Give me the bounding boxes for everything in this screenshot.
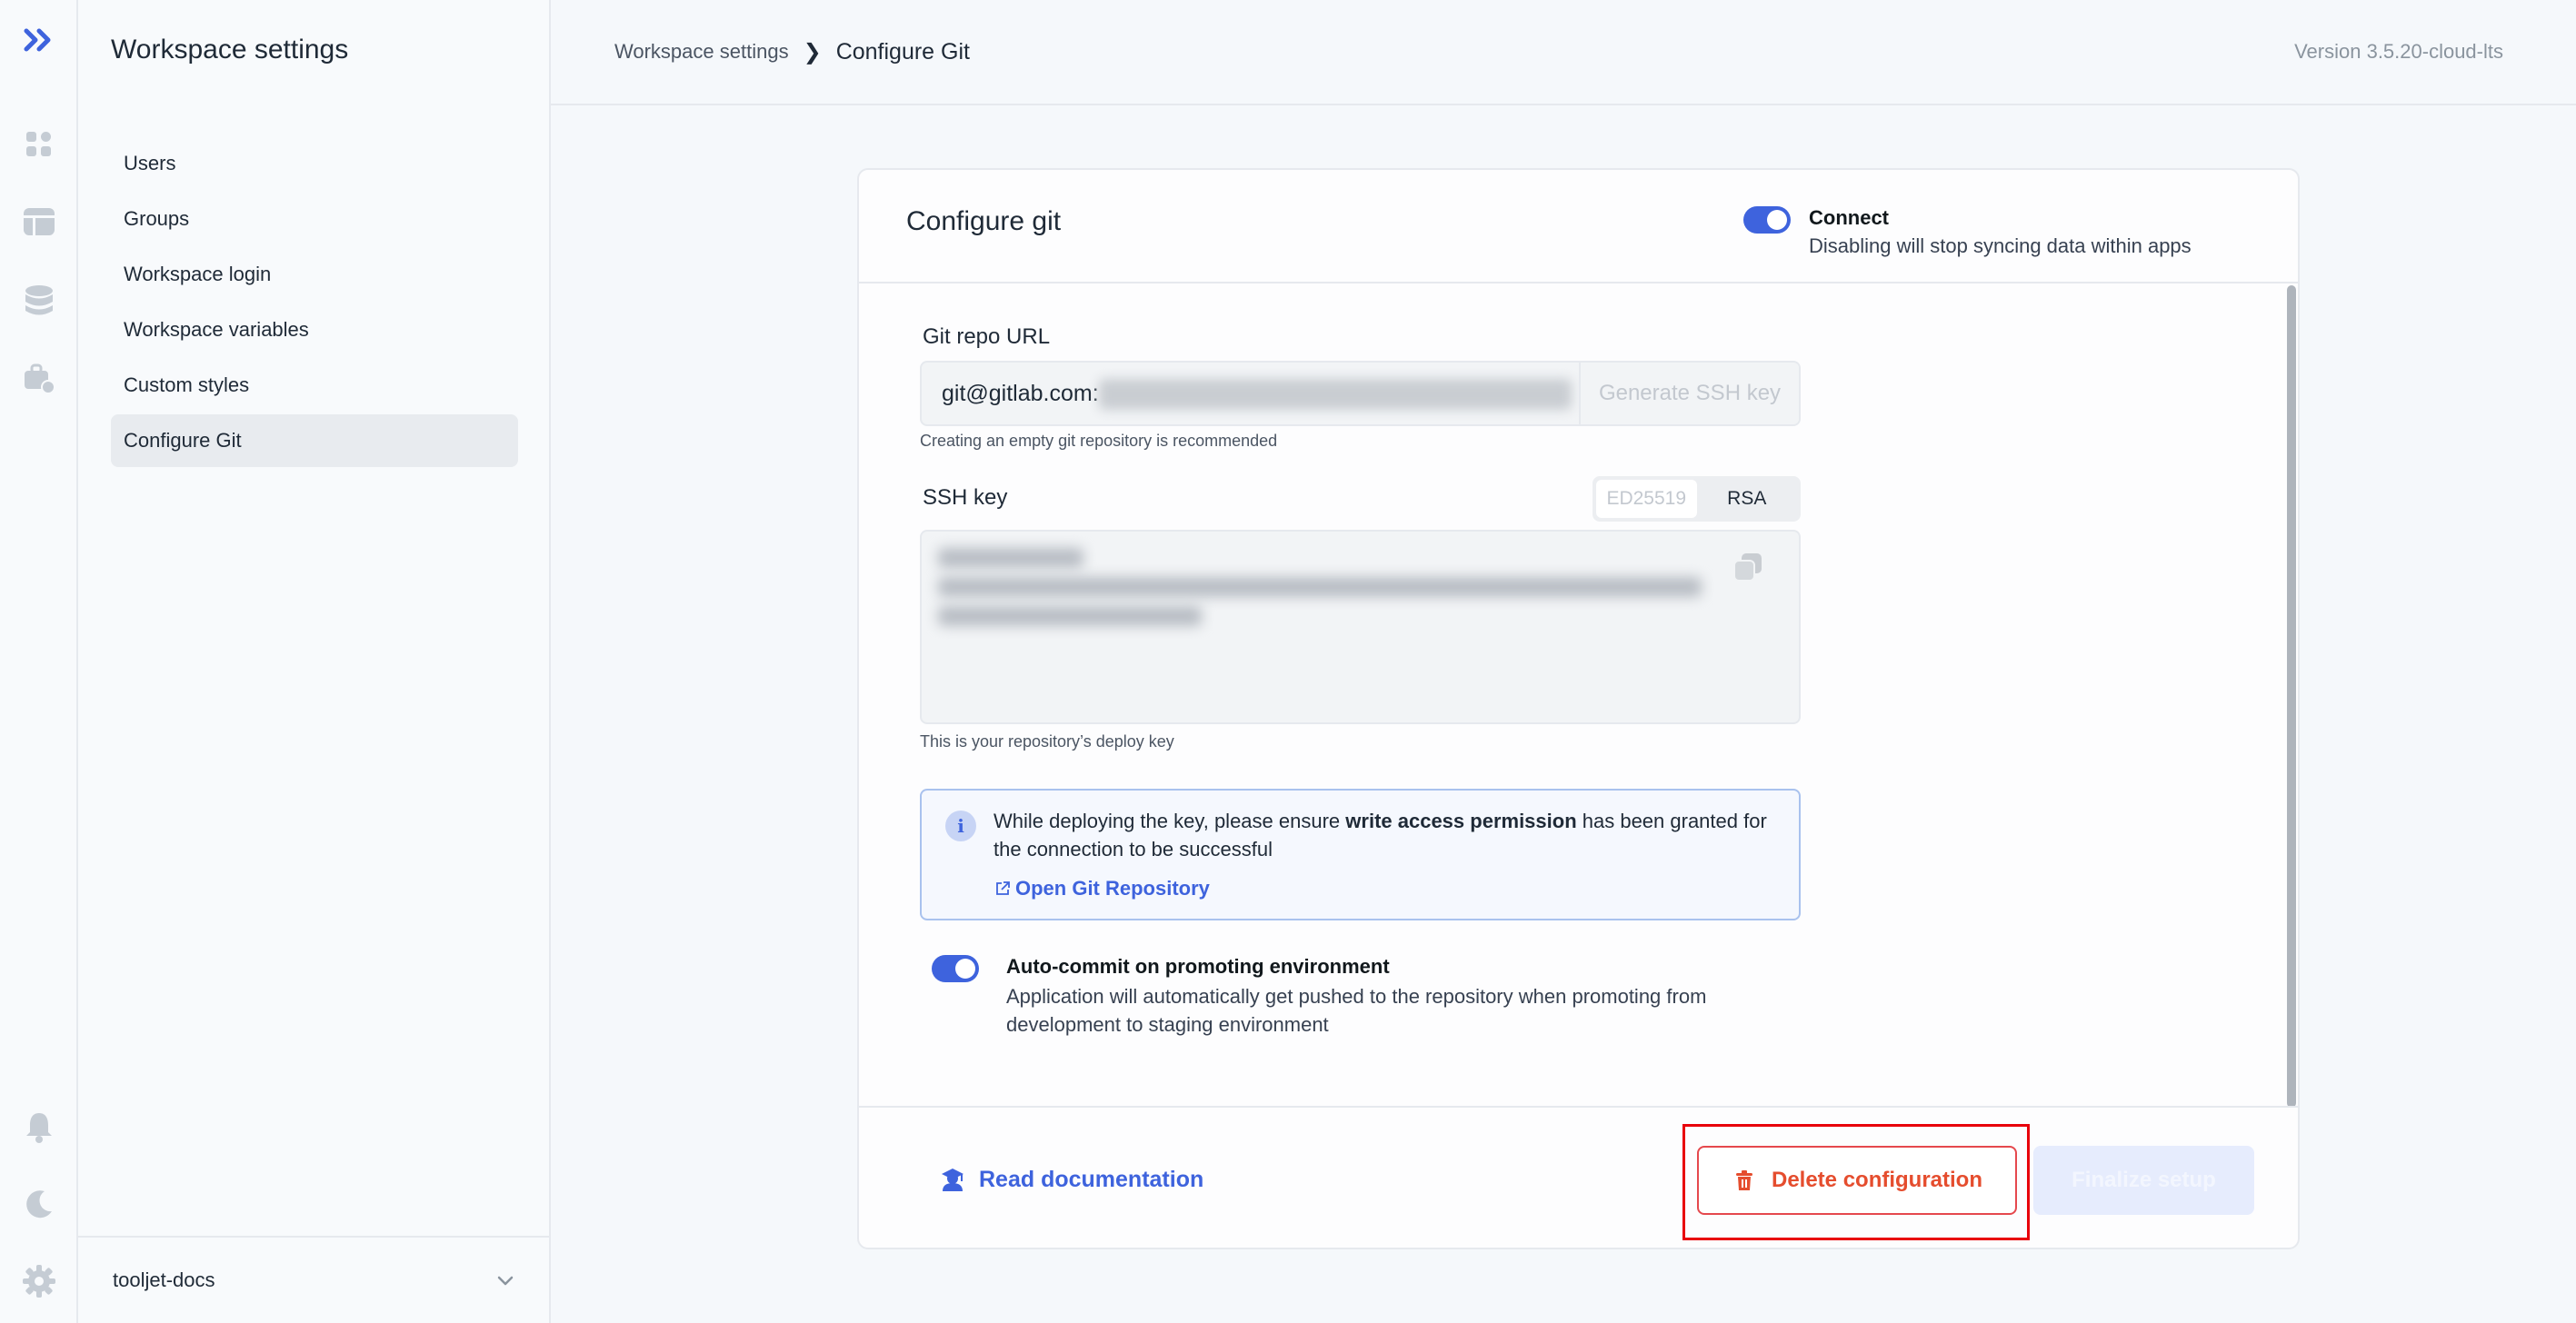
ssh-key-label: SSH key	[923, 485, 1008, 510]
read-documentation-link[interactable]: Read documentation	[939, 1166, 1203, 1193]
card-header: Configure git Connect Disabling will sto…	[859, 170, 2298, 284]
redacted-key-line	[938, 606, 1202, 626]
ssh-type-ed25519[interactable]: ED25519	[1596, 480, 1697, 518]
sidebar-item-workspace-variables[interactable]: Workspace variables	[111, 303, 518, 356]
auto-commit-toggle[interactable]	[932, 955, 979, 982]
redacted-key-line	[938, 577, 1702, 597]
connect-toggle[interactable]	[1743, 206, 1791, 234]
card-title: Configure git	[906, 206, 1062, 236]
sidebar-item-workspace-login[interactable]: Workspace login	[111, 248, 518, 301]
page-header: Workspace settings ❯ Configure Git Versi…	[551, 0, 2576, 105]
gear-icon[interactable]	[21, 1263, 57, 1299]
sidebar-item-configure-git[interactable]: Configure Git	[111, 414, 518, 467]
sidebar-item-custom-styles[interactable]: Custom styles	[111, 359, 518, 412]
breadcrumb-parent[interactable]: Workspace settings	[614, 40, 789, 64]
auto-commit-label: Auto-commit on promoting environment	[1006, 955, 1390, 978]
sidebar-title: Workspace settings	[111, 35, 349, 65]
breadcrumb-separator-icon: ❯	[803, 39, 822, 65]
repo-url-hint: Creating an empty git repository is reco…	[920, 432, 1278, 450]
delete-configuration-button[interactable]: Delete configuration	[1697, 1146, 2017, 1215]
external-link-icon	[996, 881, 1010, 895]
database-icon[interactable]	[21, 283, 57, 319]
moon-icon[interactable]	[21, 1186, 57, 1222]
trash-icon	[1735, 1170, 1752, 1190]
workspace-switcher[interactable]: tooljet-docs	[78, 1236, 551, 1323]
settings-sidebar: Workspace settings Users Groups Workspac…	[78, 0, 551, 1323]
icon-rail	[0, 0, 78, 1323]
chevron-down-icon	[497, 1276, 514, 1286]
bell-icon[interactable]	[21, 1109, 57, 1145]
table-icon[interactable]	[21, 204, 57, 240]
apps-icon[interactable]	[21, 126, 57, 163]
connect-description: Disabling will stop syncing data within …	[1809, 234, 2192, 257]
connect-label: Connect	[1809, 206, 1889, 229]
info-text: While deploying the key, please ensure w…	[993, 810, 1767, 860]
info-icon: i	[945, 811, 976, 841]
redacted-url	[1099, 379, 1572, 410]
redacted-key-line	[938, 548, 1083, 568]
card-scrollbar[interactable]	[2287, 285, 2296, 1108]
generate-ssh-key-button[interactable]: Generate SSH key	[1579, 363, 1799, 424]
card-footer: Read documentation Delete configuration …	[859, 1106, 2298, 1248]
workspace-name: tooljet-docs	[113, 1268, 215, 1291]
version-label: Version 3.5.20-cloud-lts	[2294, 40, 2503, 63]
graduation-icon	[942, 1169, 964, 1191]
plugins-icon[interactable]	[21, 360, 57, 396]
ssh-key-textarea[interactable]	[920, 530, 1801, 724]
copy-icon[interactable]	[1730, 550, 1766, 586]
breadcrumb-current: Configure Git	[835, 38, 970, 65]
logo-icon[interactable]	[21, 22, 57, 58]
repo-url-field: Generate SSH key	[920, 361, 1801, 426]
breadcrumb: Workspace settings ❯ Configure Git	[614, 39, 970, 65]
sidebar-item-groups[interactable]: Groups	[111, 193, 518, 245]
auto-commit-description: Application will automatically get pushe…	[1006, 985, 1707, 1036]
open-git-repository-link[interactable]: Open Git Repository	[993, 877, 1210, 900]
ssh-type-rsa[interactable]: RSA	[1697, 480, 1798, 518]
configure-git-card: Configure git Connect Disabling will sto…	[857, 168, 2300, 1249]
sidebar-item-users[interactable]: Users	[111, 137, 518, 190]
ssh-key-hint: This is your repository’s deploy key	[920, 732, 1174, 751]
finalize-setup-button[interactable]: Finalize setup	[2033, 1146, 2254, 1215]
ssh-key-type-toggle: ED25519 RSA	[1593, 476, 1801, 522]
info-callout: i While deploying the key, please ensure…	[920, 789, 1801, 920]
repo-url-label: Git repo URL	[923, 324, 1051, 349]
